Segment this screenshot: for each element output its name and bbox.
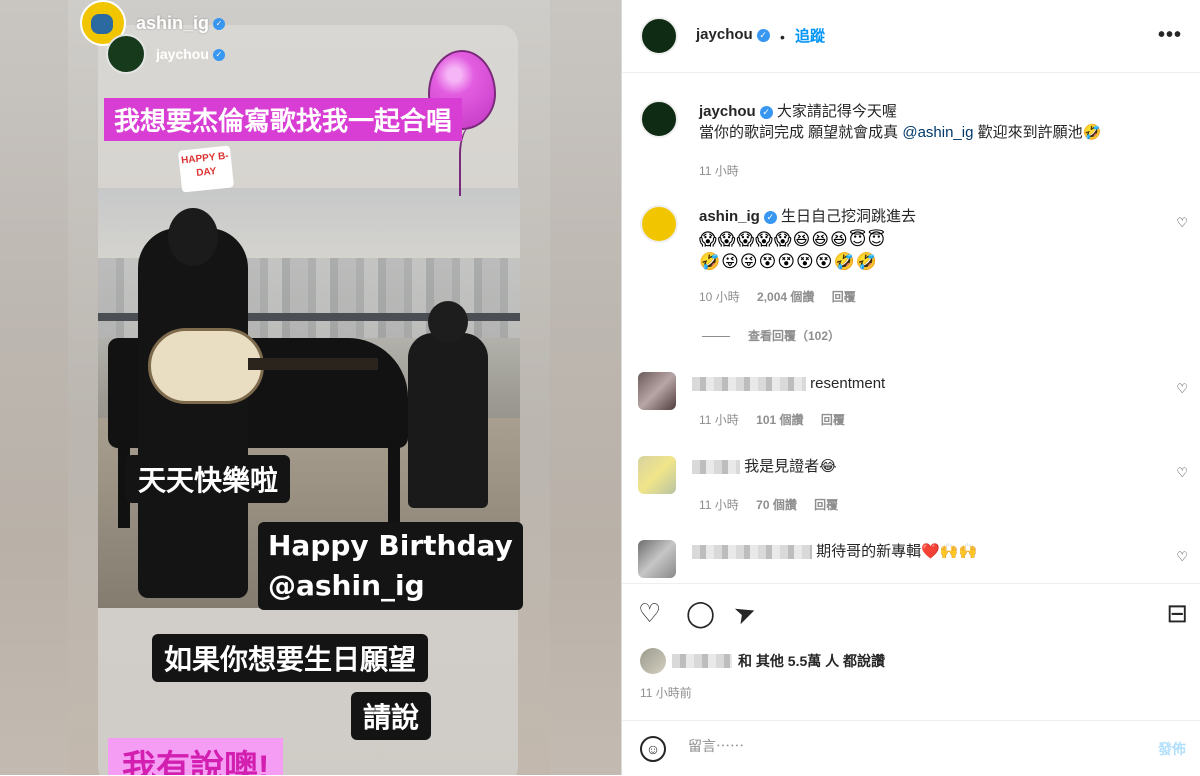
post-media[interactable]: ashin_ig ✓ jaychou ✓ HAPPY B-DAY 我想要杰倫寫歌…: [0, 0, 621, 775]
balloon-string: [459, 126, 491, 196]
comment-meta: 11 小時 101 個讚 回覆: [699, 411, 859, 428]
verified-icon: ✓: [756, 28, 770, 42]
post-comment-button[interactable]: 發佈: [1158, 739, 1186, 759]
comment-body: resentment: [810, 375, 886, 392]
verified-icon: ✓: [759, 105, 773, 119]
caption-line2-prefix: 當你的歌詞完成 願望就會成真: [699, 124, 903, 141]
blurred-liker-name[interactable]: [672, 654, 732, 668]
follow-button[interactable]: 追蹤: [795, 25, 825, 46]
liker-avatar: [640, 648, 666, 674]
pianist-head: [428, 301, 468, 343]
blurred-username[interactable]: [692, 545, 812, 560]
verified-icon: ✓: [763, 210, 777, 224]
caption-username[interactable]: jaychou: [699, 103, 756, 120]
comment-text: ashin_ig ✓ 生日自己挖洞跳進去: [699, 206, 916, 227]
comment-like-icon[interactable]: ♡: [1176, 215, 1188, 231]
post-details-panel: jaychou ✓ • 追蹤 ••• jaychou ✓ 大家請記得今天喔 當你的歌…: [621, 0, 1200, 775]
instagram-post-view: ashin_ig ✓ jaychou ✓ HAPPY B-DAY 我想要杰倫寫歌…: [0, 0, 1200, 775]
comment-bar: ☺ 發佈: [622, 720, 1200, 776]
caption-sticker-5: 我有說噢!: [108, 738, 284, 775]
comment-body: 我是見證者😂: [744, 458, 837, 475]
comment-likes[interactable]: 2,004 個讚: [757, 290, 814, 304]
comment-likes[interactable]: 101 個讚: [756, 413, 803, 427]
comment-emojis-line1: 😱😱😱😱😱😆😆😆😇😇: [699, 230, 887, 249]
story-original-author: jaychou ✓: [106, 34, 225, 74]
caption-meta: 11 小時: [699, 162, 753, 179]
caption-sticker-2-line2: @ashin_ig: [268, 569, 425, 602]
piano-leg: [388, 438, 400, 528]
comment-time: 10 小時: [699, 290, 740, 304]
caption-sticker-1: 天天快樂啦: [126, 455, 291, 503]
blurred-username[interactable]: [692, 460, 740, 475]
reposter-name: ashin_ig ✓: [136, 13, 226, 34]
blurred-username[interactable]: [692, 377, 806, 392]
comment-body: 期待哥的新專輯❤️🙌🙌: [816, 543, 978, 560]
reply-button[interactable]: 回覆: [832, 290, 856, 304]
comment-likes[interactable]: 70 個讚: [756, 498, 797, 512]
emoji-icon[interactable]: ☺: [640, 736, 666, 762]
comment-body: 生日自己挖洞跳進去: [781, 208, 917, 225]
verified-icon: ✓: [213, 17, 226, 30]
comment-username[interactable]: ashin_ig: [699, 208, 760, 225]
guitarist-head: [168, 208, 218, 266]
guitar-neck: [248, 358, 378, 370]
caption-text: jaychou ✓ 大家請記得今天喔 當你的歌詞完成 願望就會成真 @ashin_…: [699, 101, 1101, 143]
pianist: [408, 333, 488, 508]
guitarist: [138, 228, 248, 598]
share-icon[interactable]: ➤: [730, 595, 761, 631]
caption-mention-link[interactable]: @ashin_ig: [902, 124, 973, 141]
post-header: jaychou ✓ • 追蹤 •••: [622, 0, 1200, 73]
comment-avatar[interactable]: [638, 540, 676, 578]
author-username[interactable]: jaychou ✓: [696, 26, 770, 43]
comment-avatar[interactable]: [638, 372, 676, 410]
comment-text: resentment: [692, 373, 885, 394]
comment-icon[interactable]: ◯: [686, 598, 715, 628]
reply-button[interactable]: 回覆: [821, 413, 845, 427]
guitar: [148, 328, 264, 404]
more-options-icon[interactable]: •••: [1158, 24, 1182, 47]
caption-time: 11 小時: [699, 164, 739, 178]
comment-like-icon[interactable]: ♡: [1176, 465, 1188, 481]
comment-emojis-line2: 🤣😜😜😵😵😵😵🤣🤣: [699, 252, 878, 271]
verified-icon: ✓: [212, 49, 225, 62]
caption-author-avatar[interactable]: [640, 100, 678, 138]
comment-time: 11 小時: [699, 498, 739, 512]
header-separator: •: [780, 29, 785, 45]
reply-button[interactable]: 回覆: [814, 498, 838, 512]
caption-line2-suffix: 歡迎來到許願池🤣: [973, 124, 1102, 141]
comment-like-icon[interactable]: ♡: [1176, 549, 1188, 565]
comment-input[interactable]: [686, 737, 1120, 755]
comment-time: 11 小時: [699, 413, 739, 427]
caption-sticker-2: Happy Birthday @ashin_ig: [258, 522, 523, 610]
birthday-hat-sticker: HAPPY B-DAY: [177, 145, 235, 193]
original-author-name: jaychou ✓: [156, 46, 225, 62]
caption-line1: 大家請記得今天喔: [776, 103, 897, 120]
original-author-avatar: [106, 34, 146, 74]
post-time: 11 小時前: [640, 686, 692, 700]
comment-meta: 10 小時 2,004 個讚 回覆: [699, 288, 870, 305]
comment-text: 我是見證者😂: [692, 456, 837, 477]
comment-meta: 11 小時 70 個讚 回覆: [699, 496, 852, 513]
like-icon[interactable]: ♡: [638, 598, 661, 628]
caption-sticker-2-line1: Happy Birthday: [268, 529, 513, 562]
caption-sticker-top: 我想要杰倫寫歌找我一起合唱: [104, 98, 463, 141]
comment-avatar[interactable]: [640, 205, 678, 243]
view-replies-button[interactable]: 查看回覆（102）: [702, 327, 840, 344]
save-icon[interactable]: ⊟: [1166, 598, 1188, 628]
likes-summary[interactable]: 和 其他 5.5萬 人 都說讚: [640, 648, 885, 674]
comment-like-icon[interactable]: ♡: [1176, 381, 1188, 397]
comment-text: 期待哥的新專輯❤️🙌🙌: [692, 541, 977, 562]
action-bar: ♡ ◯ ➤ ⊟: [622, 583, 1200, 634]
author-avatar[interactable]: [640, 17, 678, 55]
caption-sticker-3: 如果你想要生日願望: [152, 634, 429, 682]
caption-sticker-4: 請說: [351, 692, 432, 740]
likes-summary-text: 和 其他 5.5萬 人 都說讚: [738, 653, 886, 669]
comment-avatar[interactable]: [638, 456, 676, 494]
